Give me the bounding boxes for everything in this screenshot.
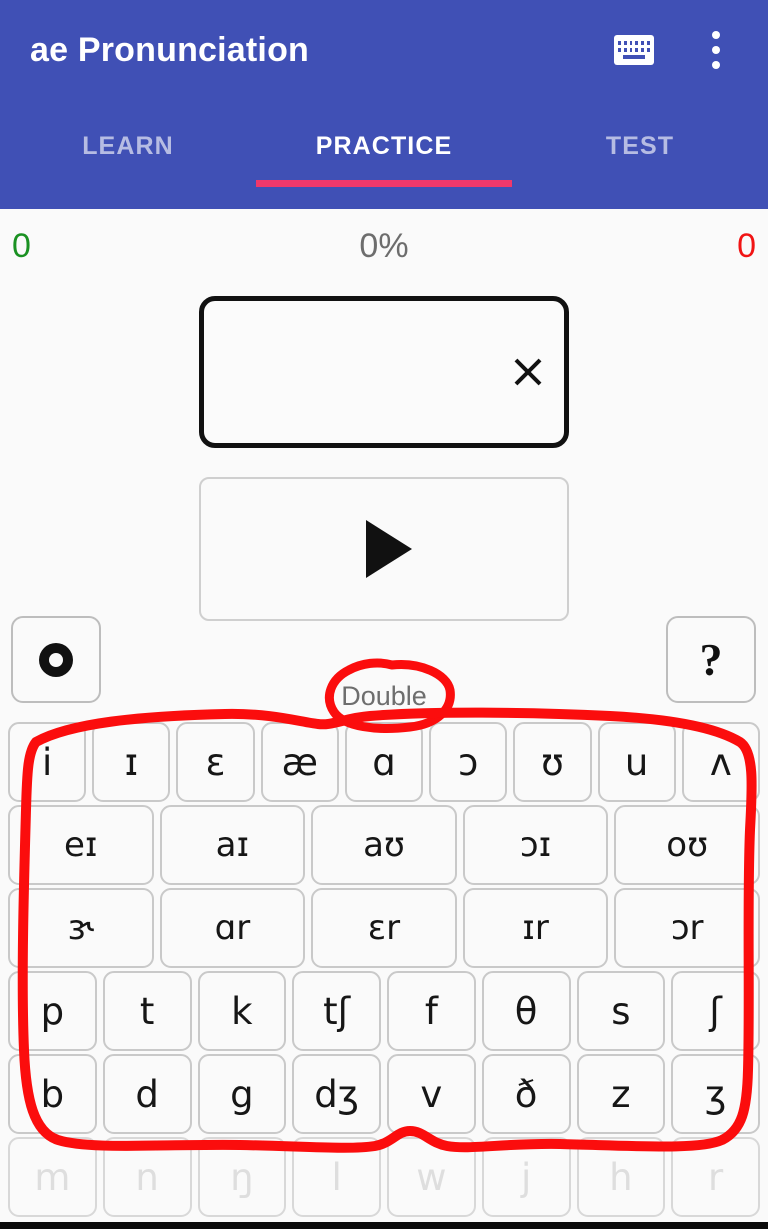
key-f[interactable]: f <box>387 971 476 1051</box>
key-l[interactable]: l <box>292 1137 381 1217</box>
key-w[interactable]: w <box>387 1137 476 1217</box>
key-b[interactable]: b <box>8 1054 97 1134</box>
key-script-a[interactable]: ɑ <box>344 722 424 802</box>
play-icon <box>366 520 412 578</box>
more-vertical-icon-glyph <box>712 31 720 69</box>
play-button[interactable] <box>199 477 569 621</box>
bottom-nav-strip <box>0 1222 768 1229</box>
key-k[interactable]: k <box>197 971 287 1051</box>
key-er-hooked[interactable]: ɝ <box>8 888 154 968</box>
app-bar: ae Pronunciation LEARN PRACTICE TEST <box>0 0 768 209</box>
key-tesh[interactable]: tʃ <box>292 971 381 1051</box>
tab-practice-label: PRACTICE <box>315 132 453 160</box>
key-or[interactable]: ɔr <box>614 888 760 968</box>
key-ou[interactable]: oʊ <box>614 805 760 885</box>
key-upsilon[interactable]: ʊ <box>513 722 592 802</box>
key-open-o[interactable]: ɔ <box>429 722 508 802</box>
key-wedge[interactable]: ʌ <box>681 722 760 802</box>
tab-learn[interactable]: LEARN <box>0 100 256 209</box>
key-theta[interactable]: θ <box>481 971 571 1051</box>
key-r[interactable]: r <box>671 1137 760 1217</box>
key-esh[interactable]: ʃ <box>671 971 760 1051</box>
key-dezh[interactable]: dʒ <box>292 1054 381 1134</box>
key-epsilon[interactable]: ɛ <box>176 722 255 802</box>
key-t[interactable]: t <box>102 971 192 1051</box>
key-d[interactable]: d <box>102 1054 192 1134</box>
more-vertical-icon[interactable] <box>690 24 742 76</box>
key-h[interactable]: h <box>576 1137 666 1217</box>
key-v[interactable]: v <box>387 1054 476 1134</box>
key-eng[interactable]: ŋ <box>197 1137 287 1217</box>
tab-practice[interactable]: PRACTICE <box>256 100 512 209</box>
key-p[interactable]: p <box>8 971 97 1051</box>
key-ezh[interactable]: ʒ <box>671 1054 760 1134</box>
key-ei[interactable]: eɪ <box>8 805 154 885</box>
keyboard-row-consonants-voiceless: p t k tʃ f θ s ʃ <box>0 971 768 1051</box>
key-oi[interactable]: ɔɪ <box>462 805 609 885</box>
app-bar-top-row: ae Pronunciation <box>0 0 768 100</box>
key-ash[interactable]: æ <box>260 722 339 802</box>
keyboard-row-vowels-monophthong: i ɪ ɛ æ ɑ ɔ ʊ u ʌ <box>0 722 768 802</box>
key-j[interactable]: j <box>481 1137 571 1217</box>
close-icon[interactable] <box>500 344 556 400</box>
tab-bar: LEARN PRACTICE TEST <box>0 100 768 209</box>
tab-test[interactable]: TEST <box>512 100 768 209</box>
keyboard-icon[interactable] <box>608 24 660 76</box>
key-epsilon-r[interactable]: ɛr <box>311 888 457 968</box>
correct-count: 0 <box>12 227 31 265</box>
wrong-count: 0 <box>737 227 756 265</box>
score-row: 0 0% 0 <box>0 209 768 284</box>
key-eth[interactable]: ð <box>481 1054 571 1134</box>
key-i[interactable]: i <box>8 722 87 802</box>
keyboard-row-vowels-diphthong: eɪ aɪ aʊ ɔɪ oʊ <box>0 805 768 885</box>
key-g[interactable]: g <box>197 1054 287 1134</box>
mode-label[interactable]: Double <box>0 681 768 712</box>
keyboard-icon-glyph <box>614 35 654 65</box>
key-s[interactable]: s <box>576 971 666 1051</box>
ipa-keyboard: i ɪ ɛ æ ɑ ɔ ʊ u ʌ eɪ aɪ aʊ ɔɪ oʊ ɝ ɑr ɛr… <box>0 722 768 1220</box>
tab-test-label: TEST <box>605 132 675 160</box>
keyboard-row-consonants-sonorant: m n ŋ l w j h r <box>0 1137 768 1217</box>
key-au[interactable]: aʊ <box>311 805 457 885</box>
key-ar[interactable]: ɑr <box>159 888 306 968</box>
accuracy-percent: 0% <box>359 227 409 265</box>
help-icon: ? <box>699 633 723 685</box>
key-ai[interactable]: aɪ <box>159 805 306 885</box>
tab-indicator-active <box>256 180 512 187</box>
key-ir[interactable]: ɪr <box>462 888 609 968</box>
app-title: ae Pronunciation <box>30 30 310 69</box>
key-m[interactable]: m <box>8 1137 97 1217</box>
app-bar-actions <box>608 24 742 76</box>
keyboard-row-vowels-rhotic: ɝ ɑr ɛr ɪr ɔr <box>0 888 768 968</box>
keyboard-row-consonants-voiced: b d g dʒ v ð z ʒ <box>0 1054 768 1134</box>
key-z[interactable]: z <box>576 1054 666 1134</box>
gear-icon <box>35 639 77 681</box>
answer-input[interactable] <box>199 296 569 448</box>
tab-learn-label: LEARN <box>82 132 174 160</box>
key-u[interactable]: u <box>597 722 676 802</box>
key-small-capital-i[interactable]: ɪ <box>92 722 171 802</box>
key-n[interactable]: n <box>102 1137 192 1217</box>
